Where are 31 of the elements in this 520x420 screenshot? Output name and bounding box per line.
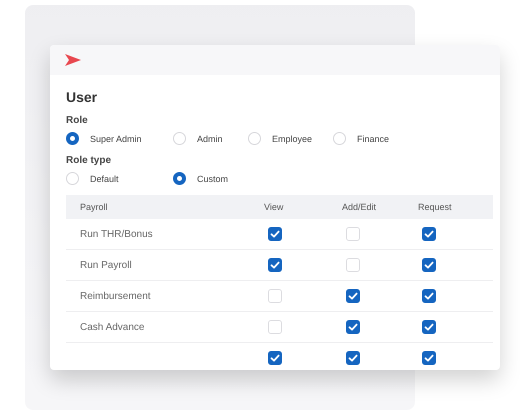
logo-icon [65, 54, 81, 66]
radio-button[interactable] [66, 132, 79, 145]
radio-label: Custom [197, 174, 228, 184]
table-cell-text: Run Payroll [80, 260, 133, 270]
checkbox[interactable] [346, 289, 360, 303]
radio-label: Employee [272, 134, 312, 144]
radio-label: Default [90, 174, 119, 184]
checkbox[interactable] [346, 351, 360, 365]
checkbox[interactable] [422, 227, 436, 241]
table-cell-text: Run THR/Bonus [80, 228, 154, 240]
checkbox[interactable] [268, 227, 282, 241]
column-header: Payroll [80, 202, 109, 212]
checkbox[interactable] [268, 351, 282, 365]
checkbox[interactable] [422, 351, 436, 365]
table-cell-text: Reimbursement [80, 290, 152, 302]
checkbox[interactable] [422, 289, 436, 303]
radio-label: Super Admin [90, 134, 142, 144]
checkbox[interactable] [268, 258, 282, 272]
panel-title: User [66, 89, 98, 105]
section-label: Role type [66, 155, 112, 166]
checkbox[interactable] [422, 320, 436, 334]
radio-label: Admin [197, 134, 223, 144]
table-cell-text: Cash Advance [80, 322, 146, 332]
column-header: View [264, 202, 284, 212]
radio-button[interactable] [173, 172, 186, 185]
checkbox[interactable] [422, 258, 436, 272]
section-label: Role [66, 115, 89, 126]
column-header: Add/Edit [342, 202, 378, 212]
column-header: Request [418, 202, 453, 212]
checkbox[interactable] [346, 320, 360, 334]
radio-label: Finance [357, 134, 390, 144]
